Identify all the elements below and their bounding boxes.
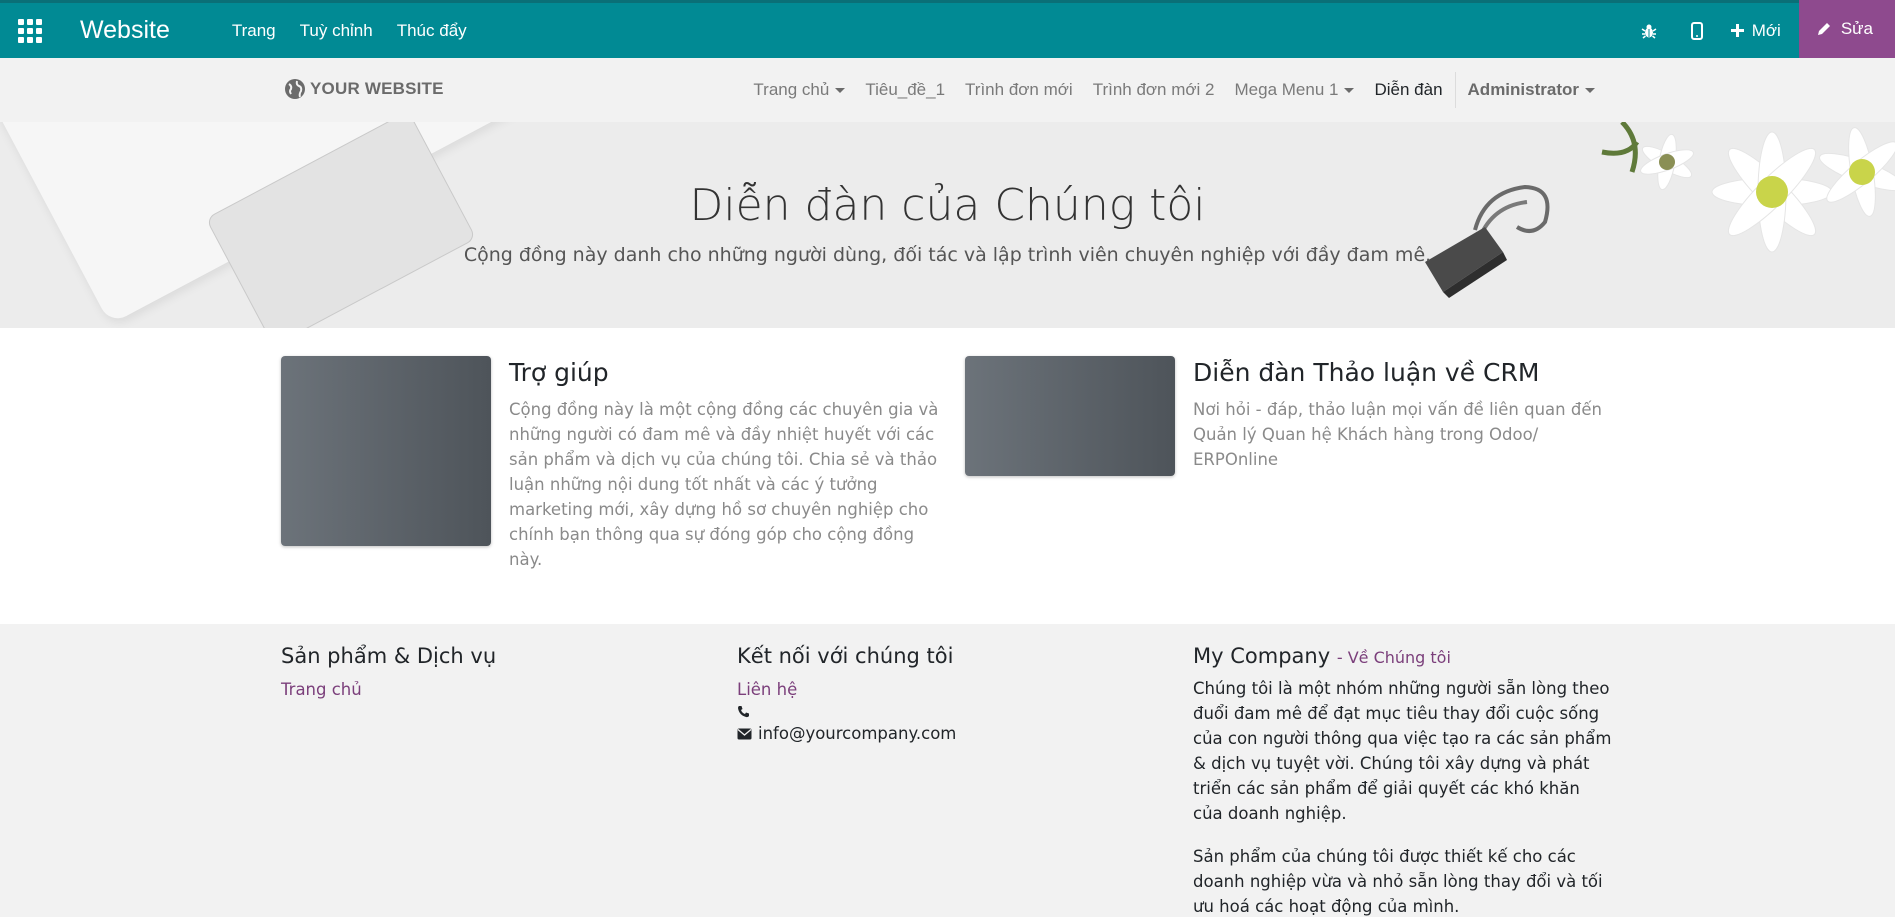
company-products-text: Sản phẩm của chúng tôi được thiết kế cho… <box>1193 847 1603 916</box>
footer-heading: Kết nối với chúng tôi <box>737 644 954 668</box>
footer-col-company: My Company - Về Chúng tôi Chúng tôi là m… <box>1193 644 1613 919</box>
pencil-icon <box>1817 23 1830 35</box>
odoo-navbar: Website Trang Tuỳ chỉnh Thúc đẩy Mới Sửa <box>0 0 1895 58</box>
footer-col-connect: Kết nối với chúng tôi Liên hệ info@yourc… <box>737 644 1137 743</box>
nav-mega-label: Mega Menu 1 <box>1234 80 1339 99</box>
new-label: Mới <box>1751 20 1781 40</box>
footer-email: info@yourcompany.com <box>737 724 1137 743</box>
nav-mega-menu[interactable]: Mega Menu 1 <box>1225 80 1365 100</box>
new-content-button[interactable]: Mới <box>1721 3 1799 58</box>
nav-divider <box>1454 72 1456 108</box>
footer-col-products: Sản phẩm & Dịch vụ Trang chủ <box>281 644 681 699</box>
globe-icon <box>285 79 305 99</box>
chevron-down-icon <box>835 87 846 93</box>
nav-home-label: Trang chủ <box>753 80 830 99</box>
apps-menu-icon[interactable] <box>0 3 60 58</box>
logo-text: YOUR WEBSITE <box>310 79 444 98</box>
email-address[interactable]: info@yourcompany.com <box>758 724 956 743</box>
user-name: Administrator <box>1467 80 1579 99</box>
app-brand[interactable]: Website <box>80 16 170 45</box>
edit-label: Sửa <box>1840 19 1873 38</box>
nav-new-menu-2[interactable]: Trình đơn mới 2 <box>1083 80 1225 100</box>
main-nav: Trang chủ Tiêu_đề_1 Trình đơn mới Trình … <box>743 58 1605 122</box>
footer-link-contact[interactable]: Liên hệ <box>737 680 1137 699</box>
forum-thumbnail[interactable] <box>965 356 1175 476</box>
company-description: Chúng tôi là một nhóm những người sẵn lò… <box>1193 679 1612 823</box>
menu-pages[interactable]: Trang <box>232 21 276 41</box>
mobile-preview-icon[interactable] <box>1673 3 1721 58</box>
forum-description: Nơi hỏi - đáp, thảo luận mọi vấn đề liên… <box>1193 400 1602 469</box>
chevron-down-icon <box>1344 87 1355 93</box>
top-menu: Trang Tuỳ chỉnh Thúc đẩy <box>232 21 467 41</box>
footer-link-home[interactable]: Trang chủ <box>281 680 681 699</box>
site-footer: Sản phẩm & Dịch vụ Trang chủ Kết nối với… <box>0 624 1895 917</box>
nav-title1[interactable]: Tiêu_đề_1 <box>855 80 955 100</box>
footer-phone <box>737 705 1137 718</box>
company-name: My Company <box>1193 644 1331 668</box>
nav-new-menu[interactable]: Trình đơn mới <box>955 80 1083 100</box>
forum-title[interactable]: Diễn đàn Thảo luận về CRM <box>1193 358 1625 387</box>
website-header: YOUR WEBSITE Trang chủ Tiêu_đề_1 Trình đ… <box>0 58 1895 122</box>
phone-icon <box>738 706 749 718</box>
forum-hero-banner: Diễn đàn của Chúng tôi Cộng đồng này dan… <box>0 122 1895 328</box>
menu-promote[interactable]: Thúc đẩy <box>397 21 467 41</box>
footer-heading: Sản phẩm & Dịch vụ <box>281 644 497 668</box>
debug-bug-icon[interactable] <box>1625 3 1673 58</box>
nav-forum[interactable]: Diễn đàn <box>1364 80 1452 100</box>
about-us-link[interactable]: - Về Chúng tôi <box>1337 648 1451 667</box>
nav-home[interactable]: Trang chủ <box>743 80 855 100</box>
user-menu[interactable]: Administrator <box>1458 80 1605 100</box>
plus-icon <box>1730 24 1744 37</box>
edit-button[interactable]: Sửa <box>1798 0 1895 58</box>
forum-card-crm[interactable]: Diễn đàn Thảo luận về CRM Nơi hỏi - đáp,… <box>965 356 1625 476</box>
hero-subtitle: Cộng đồng này danh cho những người dùng,… <box>463 244 1432 266</box>
envelope-icon <box>737 728 752 739</box>
forum-thumbnail[interactable] <box>281 356 491 546</box>
site-logo[interactable]: YOUR WEBSITE <box>284 78 444 100</box>
forum-description: Cộng đồng này là một cộng đồng các chuyê… <box>509 400 939 569</box>
forum-title[interactable]: Trợ giúp <box>509 358 941 387</box>
hero-title: Diễn đàn của Chúng tôi <box>689 180 1206 231</box>
forum-card-help[interactable]: Trợ giúp Cộng đồng này là một cộng đồng … <box>281 356 941 572</box>
footer-heading: My Company - Về Chúng tôi <box>1193 644 1613 668</box>
menu-customize[interactable]: Tuỳ chỉnh <box>300 21 373 41</box>
chevron-down-icon <box>1585 87 1595 93</box>
